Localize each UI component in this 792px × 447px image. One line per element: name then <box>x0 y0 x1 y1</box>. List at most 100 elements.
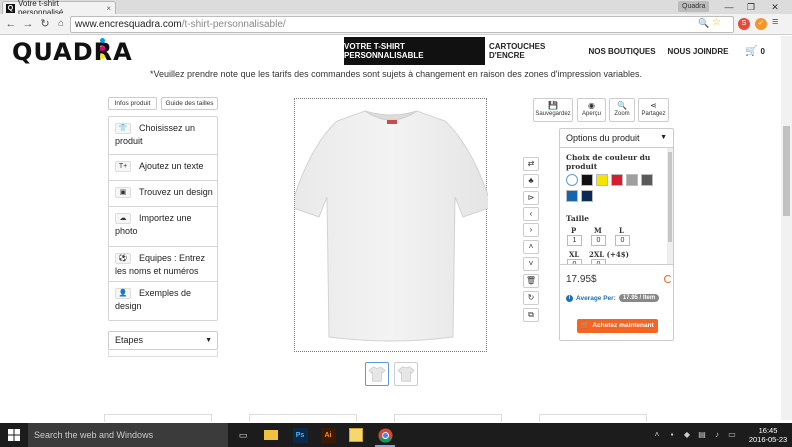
duplicate-icon[interactable]: ⧉ <box>523 308 539 322</box>
reload-icon[interactable]: ↻ <box>38 17 52 31</box>
window-maximize-button[interactable]: ❐ <box>740 0 762 14</box>
size-guide-button[interactable]: Guide des tailles <box>161 97 218 110</box>
loading-spinner-icon <box>664 275 672 283</box>
network-icon[interactable]: ▤ <box>697 429 707 441</box>
window-close-button[interactable]: ✕ <box>764 0 786 14</box>
step-team-names[interactable]: ⚽ Equipes : Entrez les noms et numéros <box>109 247 217 282</box>
product-card[interactable] <box>394 414 502 422</box>
bookmark-star-icon[interactable]: ☆ <box>712 17 721 28</box>
share-button[interactable]: ⋖ Partagez <box>638 98 669 122</box>
browser-tab-bar: Q Votre t-shirt personnalisé × Quadra — … <box>0 0 792 17</box>
size-qty-xl[interactable]: 0 <box>567 259 582 264</box>
step-list: 👕 Choisissez un produit T+ Ajoutez un text… <box>108 116 218 321</box>
product-info-button[interactable]: Infos produit <box>108 97 157 110</box>
size-label-l: L <box>619 226 624 235</box>
arrow-right-icon[interactable]: › <box>523 223 539 237</box>
thumbnail-back[interactable] <box>394 362 418 386</box>
nav-cartouches[interactable]: CARTOUCHES D'ENCRE <box>489 37 579 65</box>
chrome-icon[interactable] <box>374 425 396 447</box>
extension-icon[interactable]: S <box>738 18 750 30</box>
step-upload-photo[interactable]: ☁ Importez une photo <box>109 207 217 247</box>
back-arrow-icon[interactable]: ← <box>4 17 18 31</box>
step-label: Trouvez un design <box>139 187 213 197</box>
product-card[interactable] <box>249 414 357 422</box>
product-card[interactable] <box>104 414 212 422</box>
color-swatch-navy[interactable] <box>581 190 593 202</box>
arrow-left-icon[interactable]: ‹ <box>523 207 539 221</box>
options-scrollbar[interactable] <box>667 148 673 264</box>
zoom-button[interactable]: 🔍 Zoom <box>609 98 635 122</box>
color-swatch-white[interactable] <box>566 174 578 186</box>
page-scrollbar[interactable] <box>781 36 792 420</box>
site-logo[interactable]: QUADRA <box>12 38 133 66</box>
color-swatch-charcoal[interactable] <box>641 174 653 186</box>
search-icon: 🔍 <box>617 101 627 110</box>
step-choose-product[interactable]: 👕 Choisissez un produit <box>109 117 217 155</box>
nav-tshirt[interactable]: VOTRE T-SHIRT PERSONNALISABLE <box>344 37 485 65</box>
color-swatch-red[interactable] <box>611 174 623 186</box>
browser-tab[interactable]: Q Votre t-shirt personnalisé × <box>2 0 116 17</box>
design-canvas[interactable] <box>290 98 493 352</box>
refresh-icon[interactable]: ↻ <box>523 291 539 305</box>
cart-icon: 🛒 <box>581 322 590 329</box>
color-swatch-black[interactable] <box>581 174 593 186</box>
browser-user-badge[interactable]: Quadra <box>678 1 710 12</box>
save-icon: 💾 <box>548 101 558 110</box>
size-qty-l[interactable]: 0 <box>615 235 630 246</box>
paint-icon[interactable] <box>345 425 367 445</box>
color-swatch-royal[interactable] <box>566 190 578 202</box>
size-qty-p[interactable]: 1 <box>567 235 582 246</box>
size-label: Taille <box>566 214 590 223</box>
buy-now-button[interactable]: 🛒 Achetez maintenant <box>577 319 658 333</box>
cart-button[interactable]: 🛒 0 <box>742 37 768 65</box>
options-scroll-area[interactable]: Choix de couleur du produit Taille P 1 M… <box>560 148 673 265</box>
site-header: QUADRA VOTRE T-SHIRT PERSONNALISABLE CAR… <box>0 36 792 66</box>
tab-close-icon[interactable]: × <box>106 4 111 13</box>
arrow-down-icon[interactable]: ˅ <box>523 257 539 271</box>
price: 17.95$ <box>566 274 597 285</box>
size-qty-2xl[interactable]: 0 <box>591 259 606 264</box>
size-label-2xl: 2XL (+4$) <box>589 250 629 259</box>
step-design-examples[interactable]: 👤 Exemples de design <box>109 282 217 320</box>
volume-icon[interactable]: ♪ <box>712 429 722 441</box>
address-bar[interactable]: www.encresquadra.com/t-shirt-personnalis… <box>70 16 734 33</box>
nav-contact[interactable]: NOUS JOINDRE <box>664 37 732 65</box>
color-swatch-grey[interactable] <box>626 174 638 186</box>
color-fill-icon[interactable]: ♣ <box>523 174 539 188</box>
trash-icon[interactable]: 🗑 <box>523 274 539 288</box>
product-card[interactable] <box>539 414 647 422</box>
dropbox-icon[interactable]: ◆ <box>682 429 692 441</box>
window-minimize-button[interactable]: — <box>718 0 740 14</box>
save-label: Sauvegardez <box>535 111 571 117</box>
keyboard-icon[interactable]: ▭ <box>727 429 737 441</box>
save-button[interactable]: 💾 Sauvegardez <box>533 98 573 122</box>
menu-icon[interactable]: ≡ <box>772 16 778 28</box>
tray-up-arrow-icon[interactable]: ˄ <box>652 429 662 441</box>
zoom-icon[interactable]: 🔍 <box>698 18 709 29</box>
forward-arrow-icon[interactable]: → <box>21 17 35 31</box>
system-clock[interactable]: 16:45 2016-05-23 <box>748 426 788 444</box>
steps-dropdown[interactable]: Etapes ▼ <box>108 331 218 350</box>
extension-icon[interactable]: ✓ <box>755 18 767 30</box>
illustrator-icon[interactable]: Ai <box>317 425 339 445</box>
nav-boutiques[interactable]: NOS BOUTIQUES <box>588 37 656 65</box>
options-header: Options du produit <box>566 133 640 143</box>
step-add-text[interactable]: T+ Ajoutez un texte <box>109 155 217 181</box>
swap-icon[interactable]: ⇄ <box>523 157 539 171</box>
preview-button[interactable]: ◉ Aperçu <box>577 98 606 122</box>
photoshop-icon[interactable]: Ps <box>289 425 311 445</box>
file-explorer-icon[interactable] <box>260 425 282 445</box>
steps-dropdown-label: Etapes <box>115 335 144 345</box>
options-dropdown[interactable]: Options du produit ▼ <box>560 129 673 148</box>
step-find-design[interactable]: ▣ Trouvez un design <box>109 181 217 207</box>
size-qty-m[interactable]: 0 <box>591 235 606 246</box>
task-view-icon[interactable]: ▭ <box>232 425 254 445</box>
arrow-up-icon[interactable]: ˄ <box>523 240 539 254</box>
thumbnail-front[interactable] <box>365 362 389 386</box>
taskbar-search[interactable]: Search the web and Windows <box>28 423 228 447</box>
tray-app-icon[interactable]: ▪ <box>667 429 677 441</box>
layer-icon[interactable]: ⊳ <box>523 191 539 205</box>
start-button[interactable] <box>0 423 28 447</box>
home-icon[interactable]: ⌂ <box>54 17 68 31</box>
color-swatch-yellow[interactable] <box>596 174 608 186</box>
